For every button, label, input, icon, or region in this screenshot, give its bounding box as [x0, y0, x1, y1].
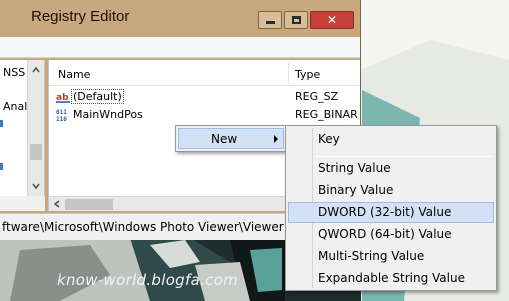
list-row[interactable]: 011 110 MainWndPos REG_BINAR [49, 106, 360, 124]
svg-text:011: 011 [56, 109, 67, 116]
minimize-button[interactable] [258, 11, 282, 29]
tree-scroll-thumb[interactable] [30, 144, 42, 160]
list-header: Name Type [49, 60, 360, 86]
submenu-item-qword-value[interactable]: QWORD (64-bit) Value [288, 224, 494, 245]
window-title: Registry Editor [31, 8, 130, 25]
submenu-item-string-value[interactable]: String Value [288, 158, 494, 179]
tree-line [0, 163, 3, 170]
value-type: REG_BINAR [295, 108, 358, 121]
value-type: REG_SZ [295, 90, 339, 103]
submenu-item-expandable-string-value[interactable]: Expandable String Value [288, 268, 494, 289]
watermark: know-world.blogfa.com [57, 271, 239, 289]
menu-separator [316, 156, 492, 157]
close-icon: ✕ [326, 13, 338, 27]
menu-bar [0, 37, 360, 58]
string-value-icon: ab [56, 90, 70, 104]
value-name[interactable]: (Default) [71, 89, 124, 104]
svg-text:110: 110 [56, 116, 67, 122]
menu-item-new[interactable]: New [178, 128, 284, 149]
submenu-item-label: DWORD (32-bit) Value [318, 205, 452, 219]
tree-item[interactable]: Anal [3, 100, 27, 113]
context-menu: New [175, 125, 287, 152]
submenu-item-label: Multi-String Value [318, 249, 425, 263]
value-name[interactable]: MainWndPos [72, 108, 144, 121]
scroll-left-icon[interactable] [53, 200, 61, 208]
submenu-item-label: Binary Value [318, 183, 394, 197]
submenu-item-multi-string-value[interactable]: Multi-String Value [288, 246, 494, 267]
submenu-item-label: String Value [318, 161, 391, 175]
column-divider[interactable] [288, 63, 289, 84]
tree-item[interactable]: NSS [3, 66, 25, 79]
new-submenu: Key String Value Binary Value DWORD (32-… [285, 125, 497, 291]
tree-vertical-scrollbar[interactable] [27, 60, 44, 196]
submenu-item-dword-value[interactable]: DWORD (32-bit) Value [288, 202, 494, 223]
submenu-item-key[interactable]: Key [288, 129, 494, 150]
column-header-name[interactable]: Name [58, 68, 90, 81]
submenu-item-binary-value[interactable]: Binary Value [288, 180, 494, 201]
list-scroll-thumb[interactable] [65, 199, 113, 210]
title-bar[interactable]: Registry Editor ✕ [0, 0, 360, 36]
binary-value-icon: 011 110 [56, 108, 70, 123]
maximize-icon [291, 16, 301, 24]
close-button[interactable]: ✕ [310, 11, 354, 29]
tree-line [0, 120, 3, 127]
scroll-down-icon[interactable] [32, 182, 40, 190]
scroll-up-icon[interactable] [32, 66, 40, 74]
minimize-icon [265, 21, 275, 24]
status-path: ftware\Microsoft\Windows Photo Viewer\Vi… [2, 220, 284, 234]
submenu-item-label: Expandable String Value [318, 271, 465, 285]
submenu-arrow-icon [274, 135, 278, 143]
list-row[interactable]: ab (Default) REG_SZ [49, 88, 360, 106]
submenu-item-label: QWORD (64-bit) Value [318, 227, 452, 241]
column-header-type[interactable]: Type [295, 68, 320, 81]
submenu-item-label: Key [318, 132, 340, 146]
menu-item-new-label: New [211, 132, 238, 146]
tree-scroll-corner [0, 196, 45, 211]
maximize-button[interactable] [284, 11, 308, 29]
